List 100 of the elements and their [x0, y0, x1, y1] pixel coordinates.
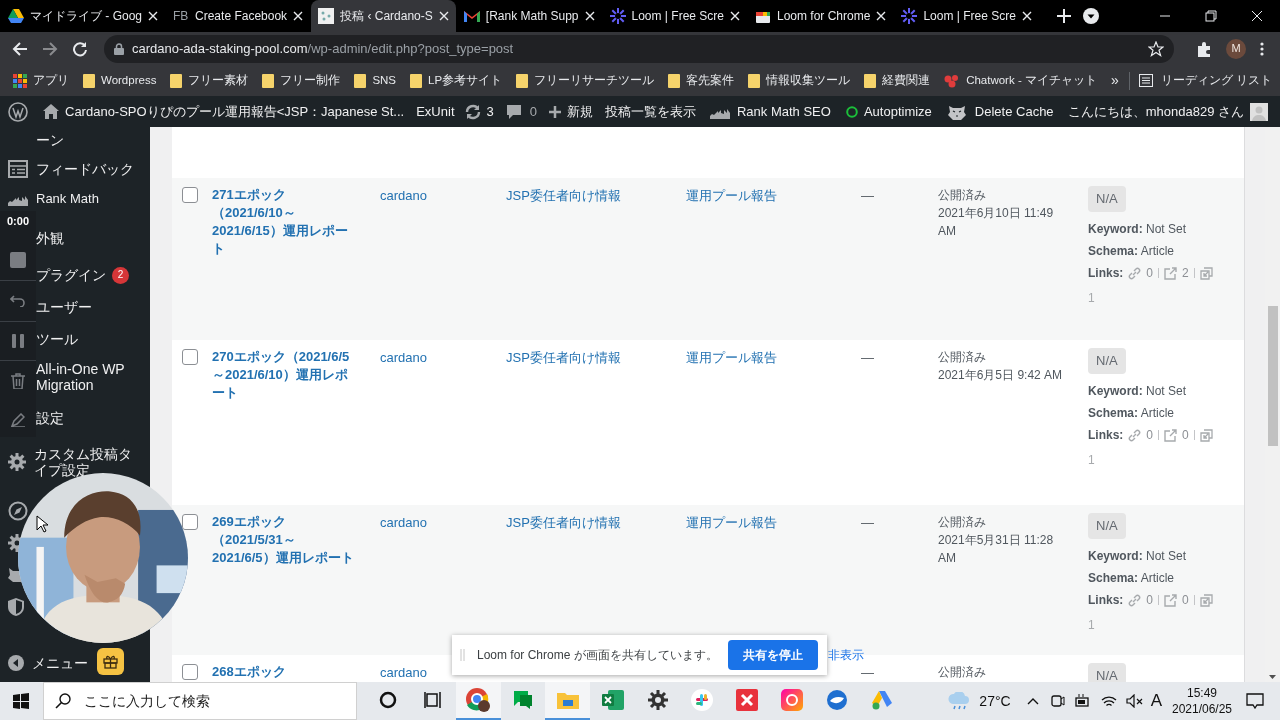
bookmark[interactable]: SNS — [354, 71, 397, 90]
sidebar-menu-item[interactable]: 外観 — [36, 222, 68, 254]
category-link[interactable]: JSP委任者向け情報 — [506, 350, 621, 365]
incoming-link-icon — [1199, 428, 1213, 442]
scroll-down-arrow-icon[interactable] — [1269, 675, 1276, 679]
sidebar-menu-item[interactable]: All-in-One WP Migration — [36, 359, 150, 395]
bookmark[interactable]: 情報収集ツール — [748, 71, 851, 90]
author-link[interactable]: cardano — [380, 188, 427, 203]
author-link[interactable]: cardano — [380, 515, 427, 530]
sidebar-menu-item[interactable]: フィードバック — [0, 153, 138, 185]
close-icon — [584, 11, 595, 21]
reading-list-button[interactable]: リーディング リスト — [1138, 71, 1272, 90]
external-link-icon — [1164, 593, 1178, 607]
folder-icon — [668, 73, 681, 88]
scrollbar-thumb[interactable] — [1268, 306, 1278, 446]
incoming-link-count: 1 — [1088, 291, 1095, 305]
bookmark[interactable]: 経費関連 — [864, 71, 931, 90]
sidebar-menu-item[interactable]: Rank Math — [0, 185, 103, 213]
rounded-square-icon — [781, 689, 804, 711]
browser-tab[interactable]: 投稿 ‹ Cardano-S — [311, 0, 456, 32]
sidebar-menu-item[interactable]: プラグイン 2 — [36, 259, 133, 291]
autoptimize-link[interactable]: Autoptimize — [845, 101, 932, 122]
link-icon — [1128, 428, 1142, 442]
row-checkbox[interactable] — [182, 349, 198, 365]
view-posts-link[interactable]: 投稿一覧を表示 — [604, 101, 696, 122]
home-icon — [43, 104, 59, 119]
seo-score-badge: N/A — [1088, 513, 1126, 539]
row-checkbox[interactable] — [182, 514, 198, 530]
links-label: Links: — [1088, 592, 1124, 609]
mail-icon — [463, 10, 480, 22]
new-tab-icon — [1056, 9, 1071, 23]
tag-link[interactable]: 運用プール報告 — [686, 515, 777, 530]
cortana-ring-icon — [379, 691, 398, 709]
comment-count: — — [861, 665, 874, 680]
list-icon — [1138, 74, 1153, 87]
list-icon — [8, 160, 28, 178]
seo-schema-text: Schema: Article — [1088, 405, 1176, 422]
bookmark[interactable]: アプリ — [13, 71, 69, 90]
folder-icon — [262, 73, 275, 88]
bookmark[interactable]: フリー素材 — [170, 71, 249, 90]
folder-icon — [516, 73, 529, 88]
external-link-icon — [1164, 428, 1178, 442]
post-status: 公開済み — [938, 349, 987, 366]
input-method-indicator[interactable]: A — [1150, 688, 1162, 714]
internal-link-count: 0 — [1146, 592, 1154, 609]
comments-link[interactable]: 0 — [505, 101, 537, 122]
close-icon — [1021, 11, 1032, 21]
clock[interactable]: 15:49 2021/06/25 — [1171, 685, 1233, 717]
taskbar-app[interactable] — [455, 682, 501, 720]
ring-icon — [845, 105, 858, 118]
site-title-link[interactable]: Cardano-SPOりぴのプール運用報告<JSP：Japanese St... — [43, 101, 405, 122]
bookmarks-overflow[interactable]: » — [1110, 70, 1119, 91]
stop-sharing-button[interactable]: 共有を停止 — [727, 640, 818, 670]
address-bar[interactable]: cardano-ada-staking-pool.com/wp-admin/edit.php?post_type=post — [104, 34, 1174, 63]
sidebar-menu-item[interactable]: 設定 — [36, 400, 68, 436]
bookmark[interactable]: Wordpress — [83, 71, 157, 90]
bookmark[interactable]: 客先案件 — [668, 71, 735, 90]
bookmark[interactable]: フリーリサーチツール — [516, 71, 655, 90]
seo-keyword-text: Keyword: Not Set — [1088, 222, 1187, 236]
tag-link[interactable]: 運用プール報告 — [686, 350, 777, 365]
exunit-link[interactable]: ExUnit — [416, 101, 455, 122]
folder-icon — [410, 73, 423, 88]
rank-math-link[interactable]: Rank Math SEO — [709, 101, 831, 122]
lock-icon — [114, 42, 124, 55]
profile-avatar[interactable]: M — [1226, 38, 1246, 59]
close-icon — [876, 11, 887, 21]
post-title-link[interactable]: 268エポック — [212, 663, 354, 681]
search-field[interactable]: ここに入力して検索 — [42, 682, 357, 720]
row-checkbox[interactable] — [182, 664, 198, 680]
author-link[interactable]: cardano — [380, 350, 427, 365]
post-title-link[interactable]: 270エポック（2021/6/5～2021/6/10）運用レポート — [212, 348, 354, 402]
seo-schema-text: Schema: Article — [1088, 243, 1176, 260]
bookmark[interactable]: Chatwork - マイチャット — [944, 71, 1097, 90]
compass-icon — [8, 501, 28, 521]
internal-link-count: 0 — [1146, 427, 1154, 444]
pencil-icon — [11, 412, 25, 427]
hide-link[interactable]: 非表示 — [827, 646, 864, 664]
sidebar-menu-item[interactable]: メニュー — [0, 651, 92, 675]
category-link[interactable]: JSP委任者向け情報 — [506, 515, 621, 530]
row-checkbox[interactable] — [182, 187, 198, 203]
task-view-icon — [424, 691, 443, 709]
video-icon — [1050, 693, 1065, 709]
bookmark[interactable]: フリー制作 — [262, 71, 341, 90]
bookmark[interactable]: LP参考サイト — [410, 71, 503, 90]
tag-link[interactable]: 運用プール報告 — [686, 188, 777, 203]
new-post-link[interactable]: 新規 — [548, 101, 593, 122]
author-link[interactable]: cardano — [380, 665, 427, 680]
category-link[interactable]: JSP委任者向け情報 — [506, 188, 621, 203]
cloud-rain-icon — [947, 692, 972, 710]
post-title-link[interactable]: 269エポック（2021/5/31～2021/6/5）運用レポート — [212, 513, 354, 567]
hash-pinwheel-icon — [691, 689, 714, 711]
update-count-badge: 2 — [112, 266, 129, 284]
sidebar-menu-item[interactable]: ーン — [36, 127, 68, 153]
sidebar-menu-item[interactable]: ツール — [36, 323, 82, 355]
post-title-link[interactable]: 271エポック（2021/6/10～2021/6/15）運用レポート — [212, 186, 354, 258]
gift-icon[interactable] — [97, 648, 124, 675]
more-menu-icon — [1260, 41, 1264, 56]
delete-cache-link[interactable]: Delete Cache — [946, 101, 1054, 122]
updates-link[interactable]: 3 — [464, 101, 494, 122]
sidebar-menu-item[interactable]: ユーザー — [36, 291, 96, 323]
